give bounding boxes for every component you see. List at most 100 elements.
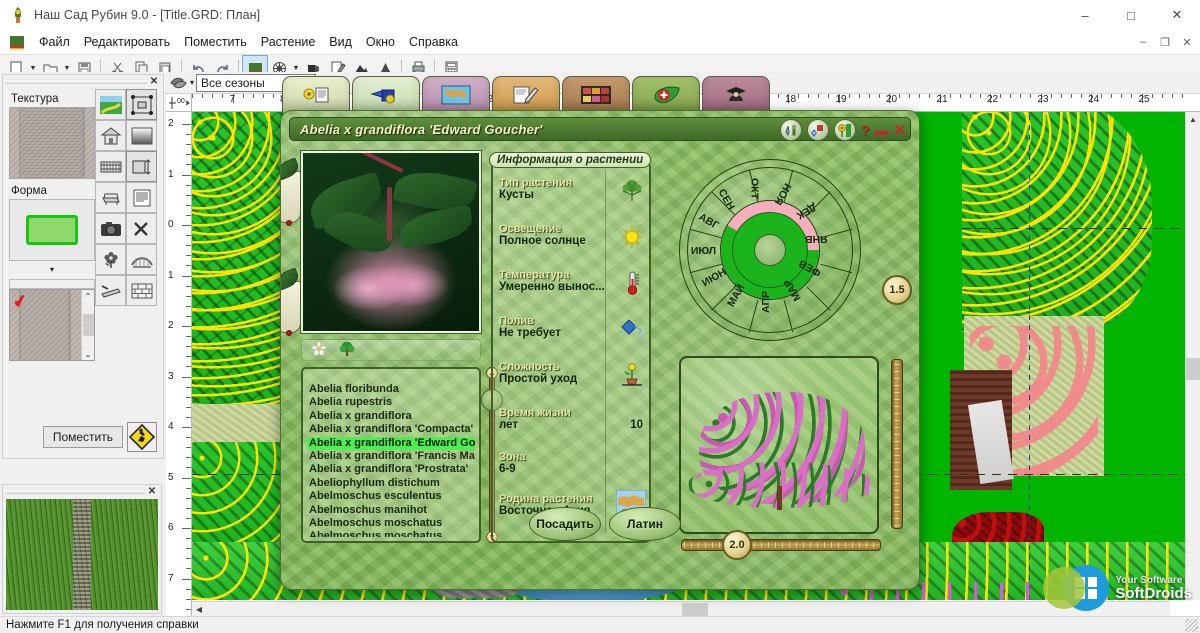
panel-grip[interactable]: ✕ <box>3 75 163 87</box>
list-item[interactable]: Abelia x grandiflora 'Compacta' <box>307 423 475 436</box>
calendar-month-label[interactable]: ОКТ <box>748 178 760 199</box>
calendar-month-label[interactable]: ЯНВ <box>804 233 827 245</box>
plant-list[interactable]: Abelia floribunda Abelia rupestris Abeli… <box>301 367 481 543</box>
menu-item-place[interactable]: Поместить <box>177 33 254 51</box>
height-slider[interactable] <box>891 359 903 529</box>
form-preview[interactable] <box>9 199 95 261</box>
landscape-tool-button[interactable] <box>95 89 126 120</box>
window-minimize-button[interactable]: – <box>1062 0 1108 30</box>
height-value-knob[interactable]: 1.5 <box>882 275 912 305</box>
tab-academy[interactable] <box>702 76 770 112</box>
expand-arrow[interactable]: ▾ <box>50 265 54 274</box>
scroll-left-arrow[interactable]: ◀ <box>192 602 206 617</box>
list-item-selected[interactable]: Abelia x grandiflora 'Edward Go... <box>307 436 475 451</box>
preview-panel-close-button[interactable]: ✕ <box>145 486 159 497</box>
list-item[interactable]: Abelmoschus manihot <box>307 504 475 517</box>
gradient-tool-button[interactable] <box>126 120 157 151</box>
measure-tool-button[interactable] <box>126 151 157 182</box>
tab-notes[interactable] <box>492 76 560 112</box>
tools-tool-button[interactable] <box>126 213 157 244</box>
flower-filter-icon[interactable] <box>310 340 328 360</box>
tab-watering[interactable] <box>352 76 420 112</box>
tab-encyclopedia[interactable] <box>282 76 350 112</box>
brick-tool-button[interactable] <box>126 275 157 306</box>
plant-info-dialog[interactable]: Abelia x grandiflora 'Edward Goucher' ? … <box>280 110 920 590</box>
bookmark-tab-top[interactable] <box>281 157 302 226</box>
texture-scroll-track[interactable] <box>9 279 95 289</box>
mdi-close-button[interactable]: ✕ <box>1176 32 1198 52</box>
scroll-thumb[interactable] <box>82 314 94 336</box>
edging-tool-button[interactable] <box>95 275 126 306</box>
fence-tool-button[interactable] <box>95 151 126 182</box>
mdi-restore-button[interactable]: ❐ <box>1154 32 1176 52</box>
width-slider[interactable] <box>681 539 881 551</box>
list-item[interactable]: Abelia rupestris <box>307 396 475 409</box>
window-close-button[interactable]: ✕ <box>1154 0 1200 30</box>
list-item[interactable]: Abelmoschus moschatus <box>307 517 475 530</box>
tab-health[interactable] <box>632 76 700 112</box>
bloom-calendar-wheel[interactable]: ЯНВ ФЕВ МАР АПР МАЙ ИЮН ИЮЛ АВГ СЕН ОКТ НОЯ ДЕК <box>679 159 861 341</box>
season-dropdown-arrow[interactable]: ▾ <box>190 78 194 87</box>
plant-photo-frame[interactable] <box>301 151 481 333</box>
calendar-month-label[interactable]: МАР <box>781 277 803 303</box>
calendar-month-label[interactable]: АПР <box>760 291 772 313</box>
vertical-scroll-thumb[interactable] <box>1186 358 1200 380</box>
menu-item-window[interactable]: Окно <box>359 33 402 51</box>
list-item[interactable]: Abelmoschus esculentus <box>307 490 475 503</box>
tab-map[interactable] <box>422 76 490 112</box>
camera-tool-button[interactable] <box>95 213 126 244</box>
flower-tool-button[interactable] <box>95 244 126 275</box>
menu-item-file[interactable]: Файл <box>32 33 77 51</box>
place-button[interactable]: Поместить <box>42 426 123 448</box>
canvas-vertical-scrollbar[interactable]: ▲ <box>1185 112 1200 600</box>
width-value-knob[interactable]: 2.0 <box>722 530 752 560</box>
grid-transform-tool-button[interactable] <box>126 89 157 120</box>
calendar-month-label[interactable]: ФЕВ <box>797 257 823 279</box>
dialog-minimize-button[interactable]: ▬ <box>874 123 888 137</box>
texture-list[interactable]: ✔ ⌃ ⌄ <box>9 289 95 361</box>
calendar-month-label[interactable]: МАЙ <box>725 283 747 310</box>
scroll-up-arrow[interactable]: ▲ <box>1186 112 1200 126</box>
menu-item-plant[interactable]: Растение <box>254 33 323 51</box>
dialog-close-button[interactable]: ✕ <box>893 121 906 139</box>
plant-card-button[interactable] <box>833 119 856 141</box>
tree-filter-icon[interactable] <box>338 341 356 360</box>
vertical-ruler[interactable]: 2 1 0 1 2 3 4 5 6 7 <box>166 112 192 616</box>
horizontal-scroll-thumb[interactable] <box>682 603 708 616</box>
menu-item-view[interactable]: Вид <box>322 33 359 51</box>
latin-button[interactable]: Латин <box>609 507 681 541</box>
plant-button[interactable]: Посадить <box>529 507 601 541</box>
list-tool-button[interactable] <box>126 182 157 213</box>
resize-grip[interactable] <box>1185 619 1198 632</box>
calendar-month-label[interactable]: НОЯ <box>771 181 793 207</box>
plant-data-button[interactable] <box>806 119 829 141</box>
preview-panel-grip[interactable]: ✕ <box>3 485 161 497</box>
panel-close-button[interactable]: ✕ <box>147 76 161 87</box>
scroll-down-arrow[interactable]: ⌄ <box>85 348 92 360</box>
list-item[interactable]: Abelia floribunda <box>307 383 475 396</box>
calendar-month-label[interactable]: ИЮН <box>700 266 728 289</box>
seasons-icon[interactable] <box>166 73 190 93</box>
road-work-sign-icon[interactable] <box>127 422 157 452</box>
calendar-month-label[interactable]: СЕН <box>716 187 737 212</box>
texture-list-scrollbar[interactable]: ⌃ ⌄ <box>81 290 94 360</box>
list-item[interactable]: Abelia x grandiflora 'Francis Ma... <box>307 450 475 463</box>
menu-item-help[interactable]: Справка <box>402 33 465 51</box>
mdi-minimize-button[interactable]: – <box>1132 32 1154 52</box>
bench-tool-button[interactable] <box>95 182 126 213</box>
menu-item-edit[interactable]: Редактировать <box>77 33 177 51</box>
garden-tools-button[interactable] <box>779 119 802 141</box>
calendar-month-label[interactable]: ДЕК <box>795 201 819 222</box>
dialog-help-button[interactable]: ? <box>861 122 870 138</box>
list-item[interactable]: Abelmoschus moschatus <box>307 530 475 537</box>
tab-gallery[interactable] <box>562 76 630 112</box>
window-maximize-button[interactable]: □ <box>1108 0 1154 30</box>
bookmark-tab-bottom[interactable] <box>281 267 302 336</box>
calendar-month-label[interactable]: АВГ <box>696 211 720 232</box>
plant-list-items[interactable]: Abelia floribunda Abelia rupestris Abeli… <box>307 383 475 537</box>
calendar-month-label[interactable]: ИЮЛ <box>691 245 716 257</box>
texture-preview[interactable] <box>9 107 95 179</box>
canvas-horizontal-scrollbar[interactable]: ◀ <box>192 601 1170 616</box>
texture-list-item[interactable]: ✔ <box>10 290 81 360</box>
scroll-up-arrow[interactable]: ⌃ <box>85 290 92 302</box>
